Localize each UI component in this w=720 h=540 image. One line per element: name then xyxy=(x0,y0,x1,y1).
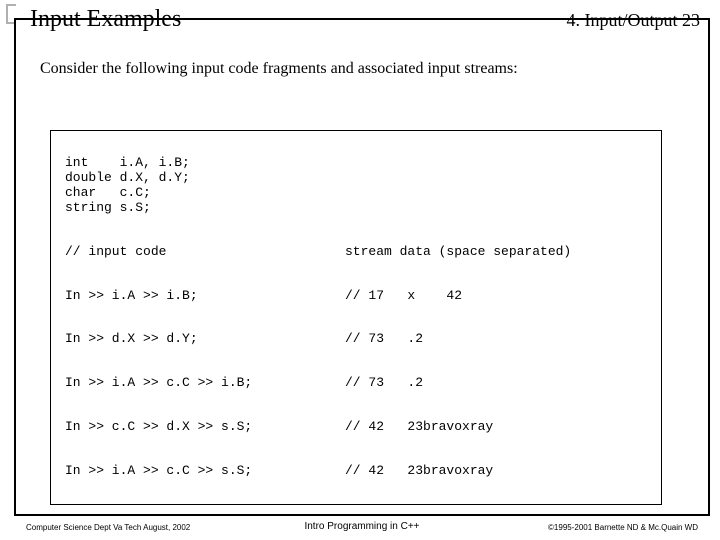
code-header-right: stream data (space separated) xyxy=(345,245,571,260)
code-row-right: // 73 .2 xyxy=(345,376,423,391)
code-row-right: // 73 .2 xyxy=(345,332,423,347)
code-box: int i.A, i.B; double d.X, d.Y; char c.C;… xyxy=(50,130,662,505)
footer-right: ©1995-2001 Barnette ND & Mc.Quain WD xyxy=(548,523,698,532)
intro-text: Consider the following input code fragme… xyxy=(40,60,518,78)
code-row-left: In >> i.A >> c.C >> i.B; xyxy=(65,376,345,391)
page-title: Input Examples xyxy=(30,6,181,33)
code-declarations: int i.A, i.B; double d.X, d.Y; char c.C;… xyxy=(65,156,345,216)
code-row-left: In >> i.A >> i.B; xyxy=(65,289,345,304)
chapter-label: 4. Input/Output 23 xyxy=(567,10,701,31)
code-row-right: // 17 x 42 xyxy=(345,289,462,304)
code-row-right: // 42 23bravoxray xyxy=(345,420,493,435)
code-row-left: In >> c.C >> d.X >> s.S; xyxy=(65,420,345,435)
code-row-right: // 42 23bravoxray xyxy=(345,464,493,479)
code-row-left: In >> i.A >> c.C >> s.S; xyxy=(65,464,345,479)
code-row-left: In >> d.X >> d.Y; xyxy=(65,332,345,347)
code-header-left: // input code xyxy=(65,245,345,260)
